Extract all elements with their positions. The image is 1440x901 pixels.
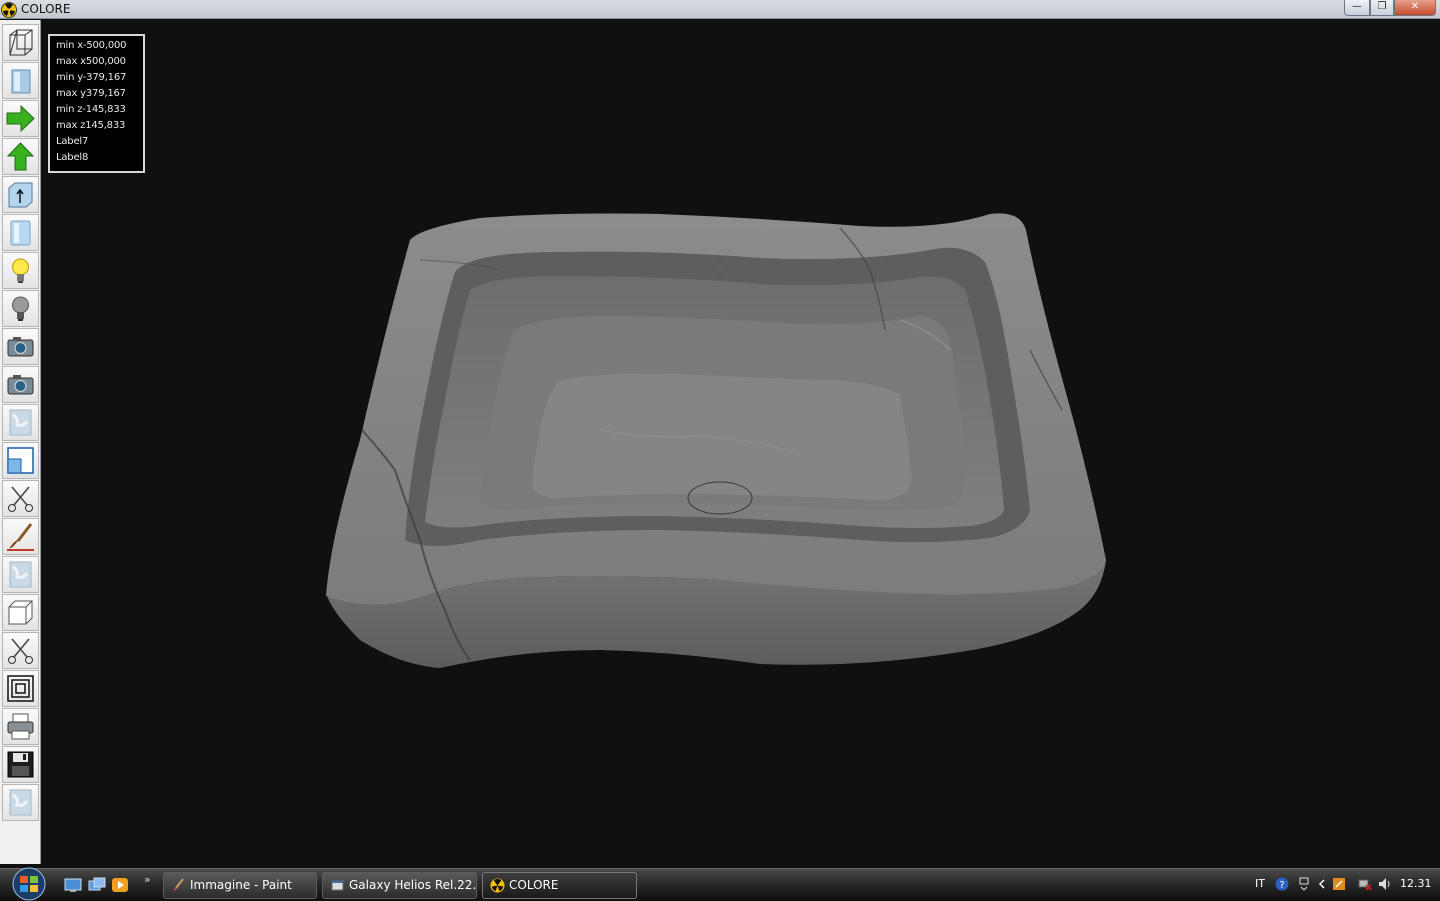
windows-logo-icon — [20, 876, 28, 883]
show-hidden-icons[interactable] — [1315, 877, 1329, 891]
min-y-label: min y-379,167 — [56, 72, 127, 83]
language-indicator[interactable]: IT — [1255, 877, 1265, 890]
marble-sink-render — [326, 213, 1106, 668]
switch-windows-icon[interactable] — [88, 877, 106, 893]
max-x-label: max x500,000 — [56, 56, 126, 67]
help-icon[interactable]: ? — [1275, 877, 1289, 891]
bounds-info-panel: min x-500,000 max x500,000 min y-379,167… — [48, 34, 145, 173]
max-z-label: max z145,833 — [56, 120, 126, 131]
show-desktop-icon[interactable] — [64, 877, 82, 893]
min-x-label: min x-500,000 — [56, 40, 127, 51]
media-player-icon[interactable] — [111, 877, 129, 893]
task-colore[interactable]: COLORE — [482, 872, 637, 899]
task-paint[interactable]: Immagine - Paint — [163, 872, 317, 899]
taskbar: » Immagine - Paint Galaxy Helios Rel.22.… — [0, 867, 1440, 901]
start-button[interactable] — [8, 867, 50, 901]
network-options-icon[interactable] — [1297, 877, 1311, 891]
helios-icon — [331, 880, 344, 891]
label8: Label8 — [56, 152, 89, 163]
task-galaxy-helios[interactable]: Galaxy Helios Rel.22... — [322, 872, 477, 899]
volume-icon[interactable] — [1378, 877, 1392, 891]
system-tray: IT ? 12.31 — [1245, 869, 1440, 901]
paint-icon — [173, 878, 184, 891]
max-y-label: max y379,167 — [56, 88, 126, 99]
label7: Label7 — [56, 136, 89, 147]
clock[interactable]: 12.31 — [1400, 877, 1432, 890]
colore-icon — [490, 878, 505, 893]
task-label: COLORE — [509, 878, 559, 892]
min-z-label: min z-145,833 — [56, 104, 126, 115]
quicklaunch-more-icon[interactable]: » — [144, 873, 151, 886]
task-label: Galaxy Helios Rel.22... — [349, 878, 477, 892]
update-icon[interactable] — [1332, 877, 1346, 891]
task-label: Immagine - Paint — [190, 878, 292, 892]
svg-text:?: ? — [1279, 880, 1284, 891]
network-disconnected-icon[interactable] — [1358, 877, 1372, 891]
